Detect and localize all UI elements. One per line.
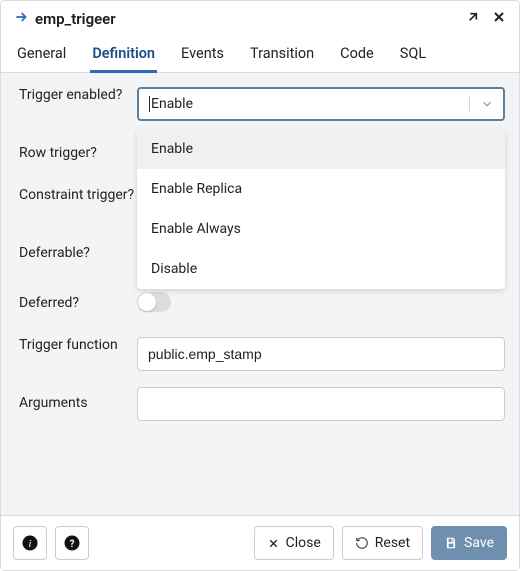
deferred-toggle[interactable] [137,292,171,312]
tab-transition[interactable]: Transition [248,35,316,72]
save-button[interactable]: Save [431,526,507,560]
arguments-input[interactable] [137,387,505,421]
trigger-enabled-dropdown: Enable Enable Replica Enable Always Disa… [137,129,505,289]
dropdown-option-enable-replica[interactable]: Enable Replica [137,169,505,209]
reset-button[interactable]: Reset [342,526,423,560]
x-icon [267,537,280,550]
reset-label: Reset [375,535,410,551]
svg-text:?: ? [70,539,75,550]
save-label: Save [464,535,494,551]
reset-icon [355,536,369,550]
save-icon [444,536,458,550]
label-trigger-enabled: Trigger enabled? [19,87,137,105]
label-deferrable: Deferrable? [19,245,137,263]
maximize-icon[interactable] [465,9,481,29]
trigger-enabled-select[interactable]: Enable [137,87,505,121]
label-constraint-trigger: Constraint trigger? [19,187,137,205]
close-button[interactable]: Close [254,526,334,560]
label-arguments: Arguments [19,395,137,413]
trigger-function-input[interactable] [137,337,505,371]
tab-general[interactable]: General [15,35,68,72]
tab-code[interactable]: Code [338,35,376,72]
dropdown-option-disable[interactable]: Disable [137,249,505,289]
tab-definition[interactable]: Definition [90,35,157,72]
tab-events[interactable]: Events [179,35,226,72]
arrow-right-icon [13,9,29,29]
tab-sql[interactable]: SQL [398,35,428,72]
dropdown-option-enable-always[interactable]: Enable Always [137,209,505,249]
text-cursor [149,96,150,112]
help-button[interactable]: ? [55,526,89,560]
close-icon[interactable] [491,9,507,29]
info-button[interactable]: i [13,526,47,560]
form-area: Trigger enabled? Enable Row trigger? Con… [1,73,519,515]
chevron-down-icon[interactable] [469,97,503,111]
trigger-enabled-value: Enable [151,96,193,112]
close-label: Close [286,535,321,551]
label-row-trigger: Row trigger? [19,145,137,163]
dialog-title: emp_trigeer [35,10,465,28]
svg-text:i: i [29,539,32,550]
tabs: General Definition Events Transition Cod… [1,35,519,73]
label-deferred: Deferred? [19,295,137,313]
label-trigger-function: Trigger function [19,337,137,355]
titlebar: emp_trigeer [1,1,519,35]
footer: i ? Close Reset Save [1,515,519,570]
dropdown-option-enable[interactable]: Enable [137,129,505,169]
